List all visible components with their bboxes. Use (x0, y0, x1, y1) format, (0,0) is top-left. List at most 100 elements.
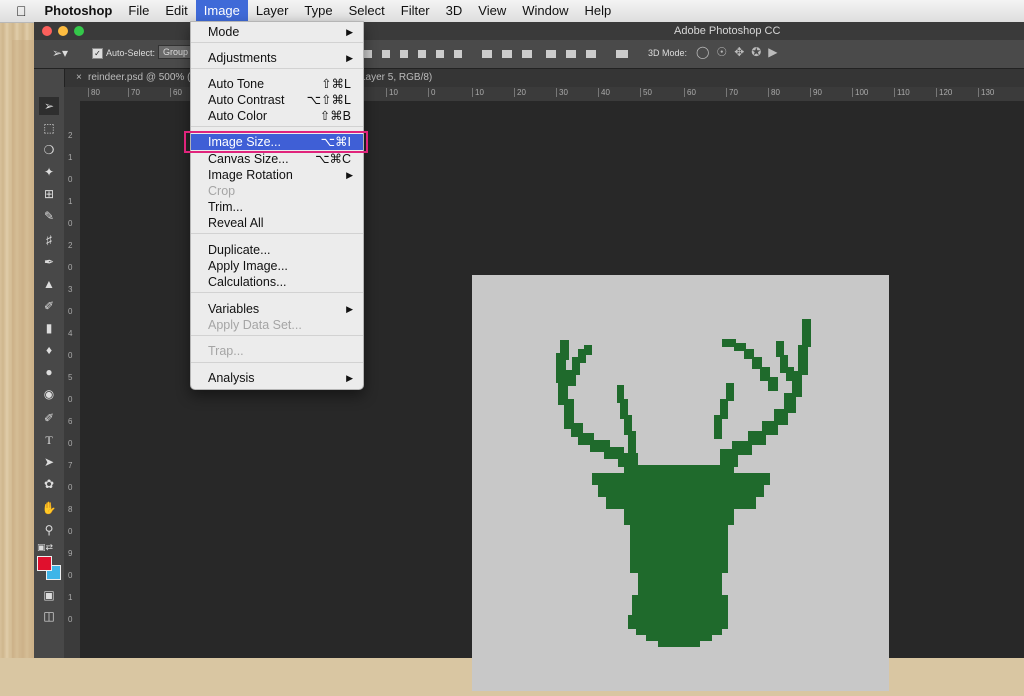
menu-image[interactable]: Image (195, 0, 248, 22)
magic-wand-tool-icon[interactable]: ✦ (39, 163, 59, 181)
menu-item-image-rotation[interactable]: Image Rotation ▶ (191, 167, 363, 183)
default-colors-icon[interactable]: ▣⇄ (37, 542, 53, 553)
menu-layer[interactable]: Layer (248, 0, 297, 22)
ruler-tick-label: 100 (852, 88, 868, 97)
document-tab-suffix: Layer 5, RGB/8) (360, 72, 433, 83)
menu-separator (191, 126, 363, 127)
window-title: Adobe Photoshop CC (674, 25, 781, 37)
ruler-corner (64, 87, 84, 101)
pen-tool-icon[interactable]: ✐ (39, 409, 59, 427)
close-tab-icon[interactable]: × (76, 72, 82, 83)
ruler-tick-label: 110 (894, 88, 910, 97)
menu-separator (191, 335, 363, 336)
ruler-tick-label: 1 (68, 593, 73, 602)
menu-window[interactable]: Window (514, 0, 576, 22)
menu-item-label: Calculations... (208, 275, 287, 289)
eyedropper-tool-icon[interactable]: ✎ (39, 207, 59, 225)
menu-type[interactable]: Type (296, 0, 340, 22)
submenu-arrow-icon: ▶ (346, 53, 353, 63)
ruler-tick-label: 0 (68, 351, 73, 360)
menu-item-reveal-all[interactable]: Reveal All (191, 215, 363, 231)
menu-view[interactable]: View (470, 0, 514, 22)
menu-item-label: Variables (208, 302, 260, 316)
marquee-tool-icon[interactable]: ⬚ (39, 119, 59, 137)
menu-item-mode[interactable]: Mode ▶ (191, 24, 363, 40)
3d-mode-icons[interactable]: ◯☉✥✪▶ (696, 45, 785, 59)
move-tool-preset-icon[interactable]: ➢▾ (52, 46, 68, 60)
close-window-button[interactable] (42, 26, 52, 36)
menu-separator (191, 233, 363, 234)
menu-item-auto-contrast[interactable]: Auto Contrast ⌥⇧⌘L (191, 92, 363, 108)
ruler-tick-label: 80 (768, 88, 780, 97)
zoom-tool-icon[interactable]: ⚲ (39, 521, 59, 539)
menu-item-canvas-size[interactable]: Canvas Size... ⌥⌘C (191, 151, 363, 167)
move-tool-icon[interactable]: ➢ (39, 97, 59, 115)
menu-separator (191, 292, 363, 293)
vertical-ruler: 2 1 0 1 0 2 0 3 0 4 0 5 0 6 0 7 0 8 0 9 0 1 0 (64, 101, 80, 658)
shape-tool-icon[interactable]: ✿ (39, 475, 59, 493)
ruler-tick-label: 8 (68, 505, 73, 514)
menu-separator (191, 42, 363, 43)
menu-item-variables[interactable]: Variables ▶ (191, 301, 363, 317)
ruler-tick-label: 0 (68, 175, 73, 184)
menu-item-label: Analysis (208, 371, 255, 385)
menu-file[interactable]: File (120, 0, 157, 22)
menu-item-auto-color[interactable]: Auto Color ⇧⌘B (191, 108, 363, 124)
zoom-window-button[interactable] (74, 26, 84, 36)
apple-icon[interactable]:  (0, 0, 39, 22)
menu-item-auto-tone[interactable]: Auto Tone ⇧⌘L (191, 76, 363, 92)
document-tab[interactable]: reindeer.psd @ 500% (L (88, 72, 196, 83)
image-menu-dropdown: Mode ▶ Adjustments ▶ Auto Tone ⇧⌘L Auto Contra… (190, 21, 364, 390)
quick-mask-icon[interactable]: ▣ (39, 586, 59, 604)
minimize-window-button[interactable] (58, 26, 68, 36)
menu-item-shortcut: ⌥⌘C (315, 152, 351, 166)
ruler-tick-label: 7 (68, 461, 73, 470)
ruler-tick-label: 50 (640, 88, 652, 97)
menu-3d[interactable]: 3D (438, 0, 471, 22)
menu-filter[interactable]: Filter (393, 0, 438, 22)
menu-edit[interactable]: Edit (157, 0, 195, 22)
app-menu[interactable]: Photoshop (39, 0, 121, 22)
ruler-tick-label: 1 (68, 197, 73, 206)
lasso-tool-icon[interactable]: ❍ (39, 141, 59, 159)
menu-item-label: Apply Data Set... (208, 318, 302, 332)
menu-help[interactable]: Help (576, 0, 619, 22)
menu-item-label: Image Rotation (208, 168, 293, 182)
stamp-tool-icon[interactable]: ▲ (39, 275, 59, 293)
ruler-tick-label: 2 (68, 131, 73, 140)
type-tool-icon[interactable]: T (39, 431, 59, 449)
screen-mode-icon[interactable]: ◫ (39, 607, 59, 625)
blur-tool-icon[interactable]: ● (39, 363, 59, 381)
menu-item-trim[interactable]: Trim... (191, 199, 363, 215)
ruler-tick-label: 0 (68, 395, 73, 404)
ruler-tick-label: 6 (68, 417, 73, 426)
foreground-color-swatch[interactable] (37, 556, 52, 571)
ruler-tick-label: 4 (68, 329, 73, 338)
path-selection-tool-icon[interactable]: ➤ (39, 453, 59, 471)
menu-item-calculations[interactable]: Calculations... (191, 274, 363, 290)
eraser-tool-icon[interactable]: ▮ (39, 319, 59, 337)
menu-item-analysis[interactable]: Analysis ▶ (191, 370, 363, 386)
document-canvas[interactable] (472, 275, 889, 691)
dodge-tool-icon[interactable]: ◉ (39, 385, 59, 403)
ruler-tick-label: 1 (68, 153, 73, 162)
hand-tool-icon[interactable]: ✋ (39, 499, 59, 517)
menu-item-apply-image[interactable]: Apply Image... (191, 258, 363, 274)
auto-select-dropdown[interactable]: Group (158, 45, 194, 59)
paint-bucket-tool-icon[interactable]: ♦ (39, 341, 59, 359)
menu-item-label: Trap... (208, 344, 244, 358)
align-distribute-icons[interactable] (364, 46, 644, 62)
healing-brush-tool-icon[interactable]: ♯ (39, 231, 59, 249)
auto-select-checkbox[interactable]: ✓ (92, 48, 103, 59)
crop-tool-icon[interactable]: ⊞ (39, 185, 59, 203)
menu-select[interactable]: Select (341, 0, 393, 22)
submenu-arrow-icon: ▶ (346, 170, 353, 180)
ruler-tick-label: 70 (726, 88, 738, 97)
tools-panel: ➢ ⬚ ❍ ✦ ⊞ ✎ ♯ ✒ ▲ ✐ ▮ ♦ ● ◉ ✐ T ➤ ✿ ✋ ⚲ … (34, 69, 65, 658)
menu-item-adjustments[interactable]: Adjustments ▶ (191, 50, 363, 66)
ruler-tick-label: 2 (68, 241, 73, 250)
menu-item-duplicate[interactable]: Duplicate... (191, 242, 363, 258)
history-brush-tool-icon[interactable]: ✐ (39, 297, 59, 315)
menu-item-shortcut: ⇧⌘L (321, 77, 351, 91)
brush-tool-icon[interactable]: ✒ (39, 253, 59, 271)
